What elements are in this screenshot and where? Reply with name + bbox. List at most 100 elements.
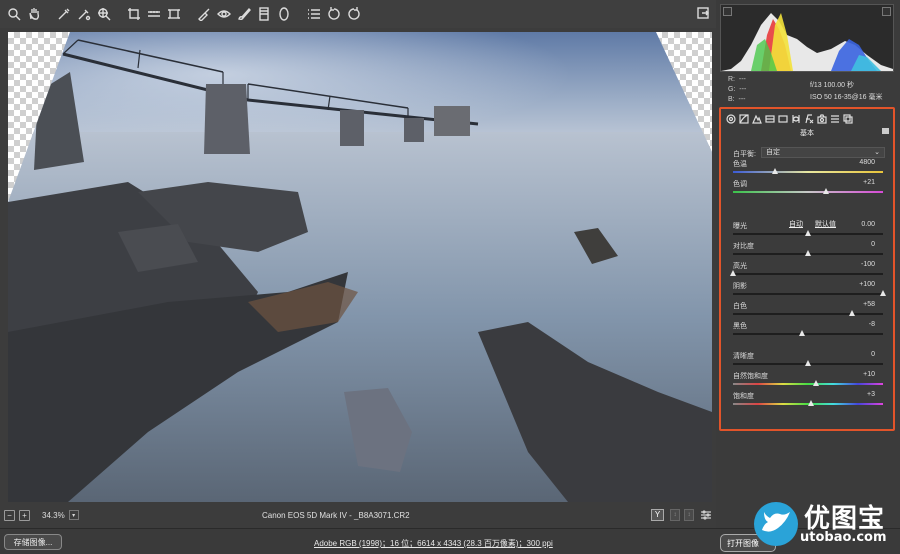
before-after-swap-button[interactable]: ↕	[684, 509, 694, 521]
slider-handle[interactable]	[805, 360, 811, 366]
zoom-level[interactable]: 34.3%	[42, 511, 65, 520]
straighten-icon[interactable]	[146, 6, 162, 22]
color-sampler-icon[interactable]	[76, 6, 92, 22]
radial-filter-icon[interactable]	[276, 6, 292, 22]
slider-handle[interactable]	[880, 290, 886, 296]
tab-lens[interactable]	[790, 113, 801, 124]
tab-hsl[interactable]	[764, 113, 775, 124]
slider-label: 自然饱和度	[733, 373, 768, 380]
slider-value[interactable]: 4800	[859, 159, 875, 166]
slider-value[interactable]: +58	[863, 301, 875, 308]
workflow-options-link[interactable]: Adobe RGB (1998)；16 位；6614 x 4343 (28.3 …	[314, 538, 553, 549]
file-name: Canon EOS 5D Mark IV - _B8A3071.CR2	[262, 510, 410, 520]
slider-track[interactable]	[733, 383, 883, 385]
slider-handle[interactable]	[730, 270, 736, 276]
rotate-left-icon[interactable]	[326, 6, 342, 22]
basic-settings-panel: 基本 白平衡: 自定 ⌄ 自动 默认值 色温 4800 色调 +21 曝光 0.00 对比度…	[719, 107, 895, 431]
slider-track[interactable]	[733, 191, 883, 193]
crop-icon[interactable]	[126, 6, 142, 22]
slider-handle[interactable]	[823, 188, 829, 194]
g-label: G:	[728, 86, 736, 93]
slider-track[interactable]	[733, 171, 883, 173]
zoom-dropdown-icon[interactable]: ▾	[68, 510, 79, 520]
slider-7[interactable]: 黑色 -8	[733, 321, 885, 341]
slider-track[interactable]	[733, 313, 883, 315]
white-balance-value: 自定	[766, 149, 780, 156]
slider-label: 阴影	[733, 283, 747, 290]
before-after-cycle-button[interactable]: ↕	[670, 509, 680, 521]
preferences-list-icon[interactable]	[306, 6, 322, 22]
slider-value[interactable]: +10	[863, 371, 875, 378]
slider-handle[interactable]	[808, 400, 814, 406]
before-after-toggle[interactable]: Y	[651, 509, 664, 521]
chevron-down-icon: ⌄	[874, 149, 880, 156]
zoom-in-button[interactable]: +	[19, 509, 30, 521]
tab-basic[interactable]	[725, 113, 736, 124]
r-label: R:	[728, 76, 735, 83]
graduated-filter-icon[interactable]	[256, 6, 272, 22]
slider-label: 对比度	[733, 243, 754, 250]
slider-8[interactable]: 清晰度 0	[733, 351, 885, 371]
slider-track[interactable]	[733, 293, 883, 295]
tab-split-toning[interactable]	[777, 113, 788, 124]
b-label: B:	[728, 96, 735, 103]
slider-track[interactable]	[733, 273, 883, 275]
target-adjustment-icon[interactable]	[96, 6, 112, 22]
slider-2[interactable]: 曝光 0.00	[733, 221, 885, 241]
tab-snapshots[interactable]	[842, 113, 853, 124]
slider-value[interactable]: +3	[867, 391, 875, 398]
slider-handle[interactable]	[799, 330, 805, 336]
slider-3[interactable]: 对比度 0	[733, 241, 885, 261]
right-panel: R: --- G: --- B: --- f/13 100.00 秒 ISO 5…	[716, 0, 900, 528]
transform-icon[interactable]	[166, 6, 182, 22]
slider-value[interactable]: 0	[871, 241, 875, 248]
aperture-shutter: f/13 100.00 秒	[810, 82, 854, 89]
panel-tabs	[725, 113, 853, 124]
slider-track[interactable]	[733, 333, 883, 335]
slider-5[interactable]: 阴影 +100	[733, 281, 886, 301]
slider-label: 饱和度	[733, 393, 754, 400]
slider-10[interactable]: 饱和度 +3	[733, 391, 885, 411]
tab-tone-curve[interactable]	[738, 113, 749, 124]
red-eye-icon[interactable]	[216, 6, 232, 22]
tab-detail[interactable]	[751, 113, 762, 124]
panel-menu-icon[interactable]	[882, 128, 889, 134]
status-bar: − + 34.3% ▾ Canon EOS 5D Mark IV - _B8A3…	[0, 506, 716, 524]
slider-handle[interactable]	[805, 250, 811, 256]
slider-value[interactable]: -100	[861, 261, 875, 268]
shadow-clipping-warning[interactable]	[723, 7, 732, 16]
slider-handle[interactable]	[848, 310, 855, 316]
slider-9[interactable]: 自然饱和度 +10	[733, 371, 885, 391]
image-canvas[interactable]	[8, 32, 712, 502]
preview-preferences-icon[interactable]	[700, 509, 712, 521]
slider-label: 色温	[733, 161, 747, 168]
slider-value[interactable]: +100	[859, 281, 875, 288]
slider-value[interactable]: 0	[871, 351, 875, 358]
slider-label: 色调	[733, 181, 747, 188]
zoom-out-button[interactable]: −	[4, 509, 15, 521]
slider-handle[interactable]	[812, 380, 819, 386]
rotate-right-icon[interactable]	[346, 6, 362, 22]
slider-value[interactable]: +21	[863, 179, 875, 186]
slider-0[interactable]: 色温 4800	[733, 159, 885, 179]
tab-presets[interactable]	[829, 113, 840, 124]
highlight-clipping-warning[interactable]	[882, 7, 891, 16]
slider-4[interactable]: 高光 -100	[730, 261, 885, 281]
tab-camera-calibration[interactable]	[816, 113, 827, 124]
zoom-icon[interactable]	[6, 6, 22, 22]
bird-logo-icon	[754, 502, 798, 546]
save-image-button[interactable]: 存储图像...	[4, 534, 62, 550]
slider-6[interactable]: 白色 +58	[733, 301, 885, 321]
slider-value[interactable]: 0.00	[861, 221, 875, 228]
slider-value[interactable]: -8	[869, 321, 875, 328]
slider-1[interactable]: 色调 +21	[733, 179, 885, 199]
adjustment-brush-icon[interactable]	[236, 6, 252, 22]
white-balance-select[interactable]: 自定 ⌄	[761, 147, 885, 158]
spot-removal-icon[interactable]	[196, 6, 212, 22]
hand-icon[interactable]	[26, 6, 42, 22]
tab-effects-icon[interactable]	[803, 113, 814, 124]
fullscreen-icon[interactable]	[696, 6, 712, 22]
white-balance-icon[interactable]	[56, 6, 72, 22]
slider-handle[interactable]	[772, 168, 778, 174]
slider-handle[interactable]	[805, 230, 811, 236]
